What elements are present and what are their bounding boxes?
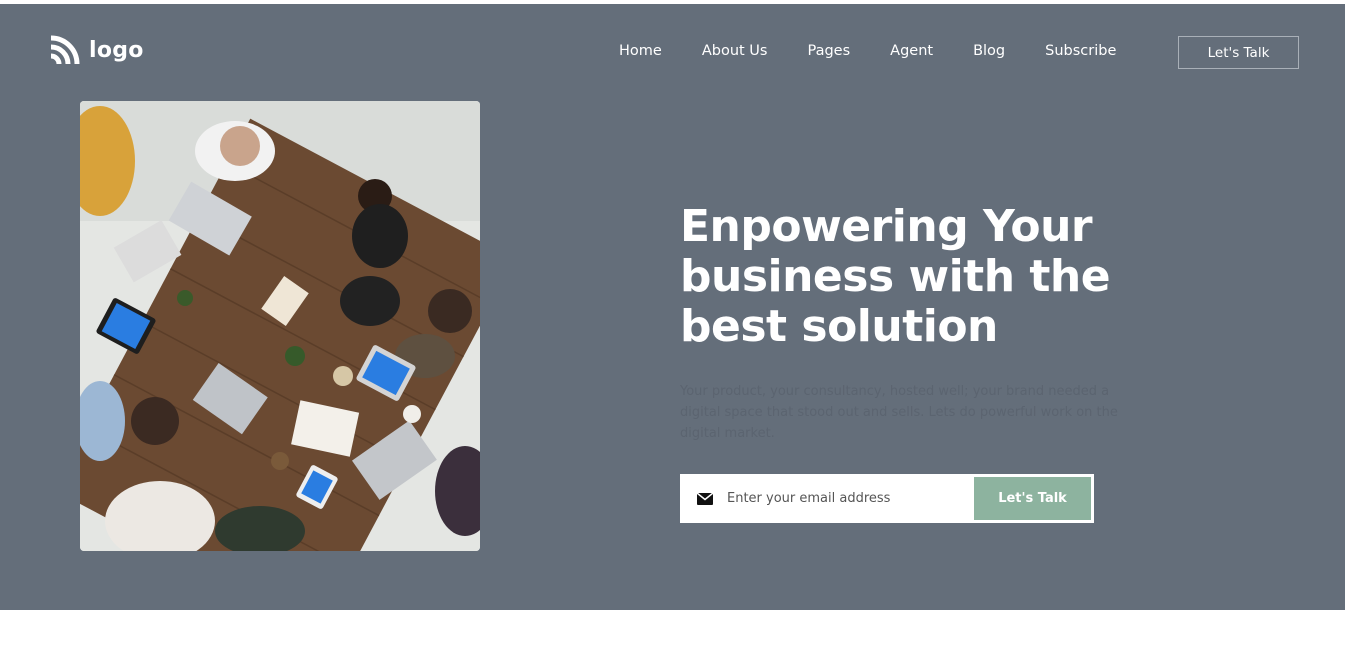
email-subscribe-form: Let's Talk: [680, 474, 1094, 523]
main-nav: Home About Us Pages Agent Blog Subscribe: [619, 43, 1116, 59]
hero-section: logo Home About Us Pages Agent Blog Subs…: [0, 4, 1345, 610]
nav-pages[interactable]: Pages: [807, 43, 850, 59]
hero-photo: [80, 101, 480, 551]
lets-talk-header-button[interactable]: Let's Talk: [1178, 36, 1299, 69]
nav-blog[interactable]: Blog: [973, 43, 1005, 59]
lets-talk-subscribe-button[interactable]: Let's Talk: [974, 477, 1091, 520]
headline-line-2: business with the: [680, 251, 1111, 302]
nav-about-us[interactable]: About Us: [702, 43, 768, 59]
logo-text: logo: [89, 37, 144, 63]
hero-description: Your product, your consultancy, hosted w…: [680, 384, 1118, 441]
nav-subscribe[interactable]: Subscribe: [1045, 43, 1116, 59]
nav-home[interactable]: Home: [619, 43, 662, 59]
hero-headline: Enpowering Your business with the best s…: [680, 202, 1140, 352]
envelope-icon: [685, 492, 725, 505]
nav-agent[interactable]: Agent: [890, 43, 933, 59]
logo[interactable]: logo: [49, 34, 144, 66]
logo-icon: [50, 35, 80, 65]
team-meeting-illustration: [80, 101, 480, 551]
email-field[interactable]: [725, 477, 974, 520]
headline-line-1: Enpowering Your: [680, 201, 1093, 252]
headline-line-3: best solution: [680, 301, 998, 352]
